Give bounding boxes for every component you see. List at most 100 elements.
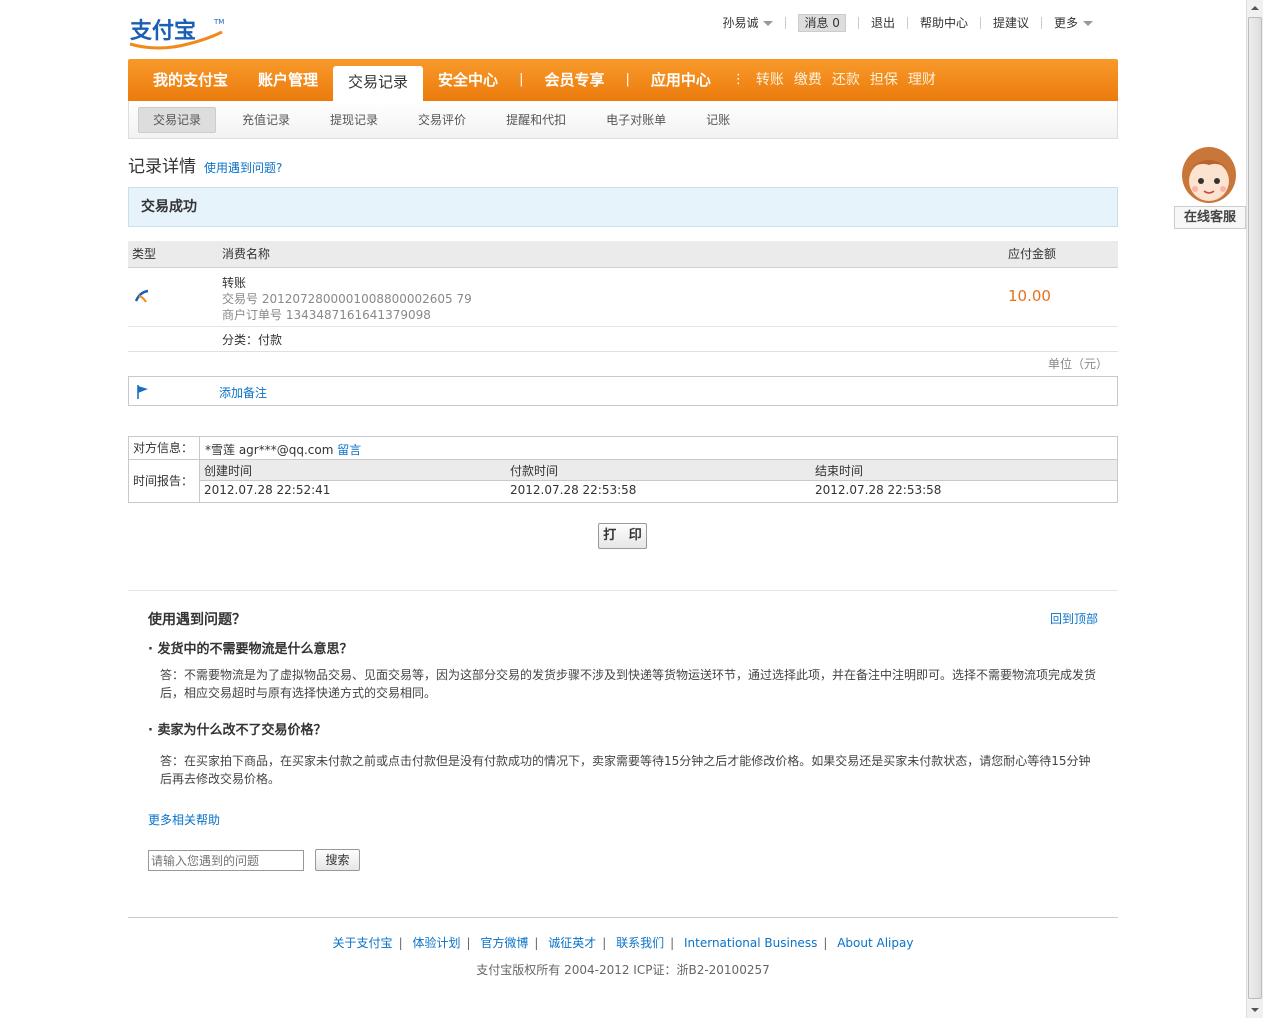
footer-about[interactable]: 关于支付宝 bbox=[327, 936, 399, 950]
header-name: 消费名称 bbox=[222, 247, 271, 261]
created-time: 2012.07.28 22:52:41 bbox=[204, 483, 331, 497]
user-menu[interactable]: 孙易诚 bbox=[710, 17, 785, 29]
faq-answer-2-line-1: 答：在买家拍下商品，在买家未付款之前或点击付款但是没有付款成功的情况下，卖家需要… bbox=[160, 754, 1091, 768]
subnav-recharge[interactable]: 充值记录 bbox=[228, 108, 304, 132]
more-help-link[interactable]: 更多相关帮助 bbox=[148, 811, 220, 828]
record-category: 分类：付款 bbox=[222, 333, 283, 347]
chevron-down-icon bbox=[1083, 21, 1093, 26]
record-table-header: 类型 消费名称 应付金额 bbox=[128, 241, 1118, 268]
suggestion-link[interactable]: 提建议 bbox=[979, 17, 1041, 29]
party-info: *雪莲 agr***@qq.com 留言 bbox=[205, 441, 361, 458]
time-header-row: 创建时间 付款时间 结束时间 bbox=[200, 460, 1117, 481]
service-avatar-icon bbox=[1182, 147, 1236, 203]
scrollbar[interactable] bbox=[1246, 0, 1263, 1018]
subnav-bookkeeping[interactable]: 记账 bbox=[692, 108, 744, 132]
faq-answer-2: 答：在买家拍下商品，在买家未付款之前或点击付款但是没有付款成功的情况下，卖家需要… bbox=[160, 752, 1100, 788]
faq-question-2[interactable]: · 卖家为什么改不了交易价格？ bbox=[148, 719, 326, 738]
footer-weibo[interactable]: 官方微博 bbox=[474, 936, 534, 950]
record-amount: 10.00 bbox=[1008, 287, 1051, 305]
title-row: 记录详情 使用遇到问题? bbox=[128, 152, 1118, 177]
sub-nav: 交易记录 充值记录 提现记录 交易评价 提醒和代扣 电子对账单 记账 bbox=[128, 101, 1118, 139]
logo-text: 支付宝 bbox=[130, 18, 196, 44]
tab-members[interactable]: 会员专享 bbox=[529, 59, 619, 101]
quick-finance[interactable]: 理财 bbox=[903, 59, 941, 101]
tab-account[interactable]: 账户管理 bbox=[243, 59, 333, 101]
chevron-down-icon bbox=[763, 21, 774, 26]
messages-count: 0 bbox=[832, 16, 840, 30]
more-menu[interactable]: 更多 bbox=[1040, 17, 1105, 29]
scroll-up-arrow-icon[interactable] bbox=[1247, 0, 1263, 16]
help-center-link[interactable]: 帮助中心 bbox=[906, 17, 980, 29]
end-time: 2012.07.28 22:53:58 bbox=[815, 483, 942, 497]
flag-icon bbox=[137, 385, 148, 399]
footer-contact[interactable]: 联系我们 bbox=[610, 936, 670, 950]
nav-divider: ⋮ bbox=[731, 72, 745, 87]
quick-pay-bills[interactable]: 缴费 bbox=[789, 59, 827, 101]
help-search-input[interactable] bbox=[148, 850, 304, 871]
faq-question-1[interactable]: · 发货中的不需要物流是什么意思？ bbox=[148, 638, 352, 657]
service-label: 在线客服 bbox=[1174, 206, 1246, 229]
paid-time-header: 付款时间 bbox=[510, 464, 559, 478]
faq-answer-2-line-2: 后再去修改交易价格。 bbox=[160, 772, 281, 786]
back-to-top-link[interactable]: 回到顶部 bbox=[1050, 610, 1098, 627]
status-banner: 交易成功 bbox=[128, 187, 1118, 227]
scroll-down-arrow-icon[interactable] bbox=[1247, 1002, 1263, 1018]
subnav-transactions[interactable]: 交易记录 bbox=[138, 106, 217, 133]
created-time-header: 创建时间 bbox=[204, 464, 253, 478]
nav-divider: | bbox=[625, 72, 630, 87]
time-label: 时间报告： bbox=[129, 460, 200, 502]
top-nav: 孙易诚 消息 0 退出 帮助中心 提建议 更多 bbox=[710, 14, 1105, 32]
svg-text:TM: TM bbox=[213, 18, 224, 26]
nav-divider: | bbox=[519, 72, 524, 87]
help-title: 使用遇到问题？ bbox=[148, 612, 246, 628]
tab-my-alipay[interactable]: 我的支付宝 bbox=[138, 59, 243, 101]
record-category-row: 分类：付款 bbox=[128, 327, 1118, 352]
logout-link[interactable]: 退出 bbox=[857, 17, 907, 29]
quick-guarantee[interactable]: 担保 bbox=[865, 59, 903, 101]
help-section: 使用遇到问题？ 回到顶部 · 发货中的不需要物流是什么意思？ 答：不需要物流是为… bbox=[128, 590, 1118, 880]
messages-link[interactable]: 消息 0 bbox=[785, 14, 857, 32]
tab-security[interactable]: 安全中心 bbox=[423, 59, 513, 101]
order-number: 商户订单号 1343487161641379098 bbox=[222, 308, 431, 322]
faq-answer-1: 答：不需要物流是为了虚拟物品交易、见面交易等，因为这部分交易的发货步骤不涉及到快… bbox=[160, 666, 1100, 702]
help-link[interactable]: 使用遇到问题? bbox=[204, 159, 282, 176]
help-search-button[interactable]: 搜索 bbox=[315, 849, 360, 871]
header-type: 类型 bbox=[132, 247, 157, 261]
subnav-statement[interactable]: 电子对账单 bbox=[592, 108, 680, 132]
scrollbar-thumb[interactable] bbox=[1248, 17, 1262, 999]
tab-transactions[interactable]: 交易记录 bbox=[333, 66, 424, 101]
tab-apps[interactable]: 应用中心 bbox=[636, 59, 726, 101]
record-name: 转账 bbox=[222, 276, 247, 290]
note-box: 添加备注 bbox=[128, 376, 1118, 406]
subnav-reviews[interactable]: 交易评价 bbox=[404, 108, 480, 132]
messages-label: 消息 bbox=[804, 16, 829, 30]
page-title: 记录详情 bbox=[128, 157, 196, 177]
print-button[interactable]: 打 印 bbox=[598, 523, 647, 549]
alipay-transfer-icon bbox=[134, 289, 149, 303]
faq-answer-1-line-1: 答：不需要物流是为了虚拟物品交易、见面交易等，因为这部分交易的发货步骤不涉及到快… bbox=[160, 668, 1097, 682]
time-value-row: 2012.07.28 22:52:41 2012.07.28 22:53:58 … bbox=[200, 481, 1117, 502]
trade-number: 交易号 2012072800001008800002605 79 bbox=[222, 292, 472, 306]
footer-links: 关于支付宝 | 体验计划 | 官方微博 | 诚征英才 | 联系我们 | Internati… bbox=[128, 934, 1118, 951]
quick-repay[interactable]: 还款 bbox=[827, 59, 865, 101]
unit-label: 单位（元） bbox=[1047, 357, 1108, 371]
alipay-logo[interactable]: 支付宝 TM bbox=[128, 14, 228, 50]
subnav-withdraw[interactable]: 提现记录 bbox=[316, 108, 392, 132]
footer: 关于支付宝 | 体验计划 | 官方微博 | 诚征英才 | 联系我们 | Internati… bbox=[128, 917, 1118, 997]
faq-answer-1-line-2: 后，相应交易超时与原有选择快递方式的交易相同。 bbox=[160, 686, 437, 700]
copyright: 支付宝版权所有 2004-2012 ICP证：浙B2-20100257 bbox=[476, 963, 770, 977]
party-message-link[interactable]: 留言 bbox=[337, 443, 361, 457]
main-nav: 我的支付宝 账户管理 交易记录 安全中心 | 会员专享 | 应用中心 ⋮ 转账 … bbox=[128, 59, 1118, 101]
username: 孙易诚 bbox=[722, 16, 759, 30]
quick-transfer[interactable]: 转账 bbox=[751, 59, 789, 101]
online-service-widget[interactable]: 在线客服 bbox=[1174, 145, 1246, 229]
footer-careers[interactable]: 诚征英才 bbox=[542, 936, 602, 950]
add-note-link[interactable]: 添加备注 bbox=[219, 384, 267, 401]
paid-time: 2012.07.28 22:53:58 bbox=[510, 483, 637, 497]
party-name: *雪莲 agr***@qq.com bbox=[205, 443, 334, 457]
subnav-reminders[interactable]: 提醒和代扣 bbox=[492, 108, 580, 132]
footer-international[interactable]: International Business bbox=[678, 936, 823, 950]
footer-about-alipay[interactable]: About Alipay bbox=[831, 936, 919, 950]
party-label: 对方信息： bbox=[129, 437, 200, 460]
footer-experience[interactable]: 体验计划 bbox=[406, 936, 466, 950]
